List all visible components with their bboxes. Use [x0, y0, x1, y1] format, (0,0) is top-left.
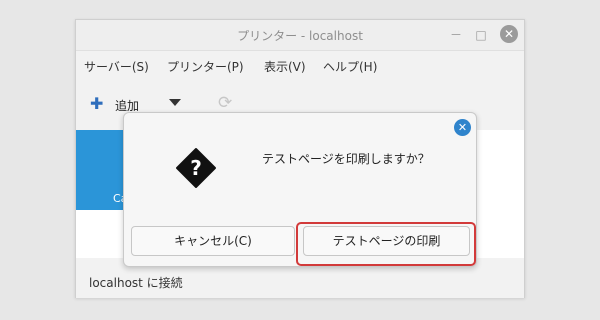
minimize-button[interactable]: － [446, 25, 466, 45]
question-icon: ? [176, 148, 216, 188]
dialog-message: テストページを印刷しますか？ [262, 152, 430, 166]
maximize-button[interactable]: □ [471, 25, 491, 45]
close-icon[interactable]: ✕ [454, 119, 471, 136]
reload-icon[interactable]: ⟳ [218, 93, 232, 113]
chevron-down-icon[interactable] [169, 99, 181, 106]
printer-item[interactable]: Ca [76, 130, 127, 210]
plus-icon: ✚ [90, 94, 104, 113]
window-close-button[interactable]: ✕ [500, 25, 518, 43]
menu-help[interactable]: ヘルプ(H) [323, 58, 377, 75]
menu-view[interactable]: 表示(V) [264, 58, 306, 75]
menu-printer[interactable]: プリンター(P) [167, 58, 244, 75]
cancel-button[interactable]: キャンセル(C) [131, 226, 295, 256]
svg-text:?: ? [190, 156, 202, 180]
menu-server[interactable]: サーバー(S) [84, 58, 149, 75]
highlight-box [296, 222, 476, 266]
connection-status: localhost に接続 [89, 276, 183, 290]
menu-bar: サーバー(S) プリンター(P) 表示(V) ヘルプ(H) [76, 51, 524, 79]
title-bar: プリンター - localhost － □ ✕ [76, 20, 524, 51]
